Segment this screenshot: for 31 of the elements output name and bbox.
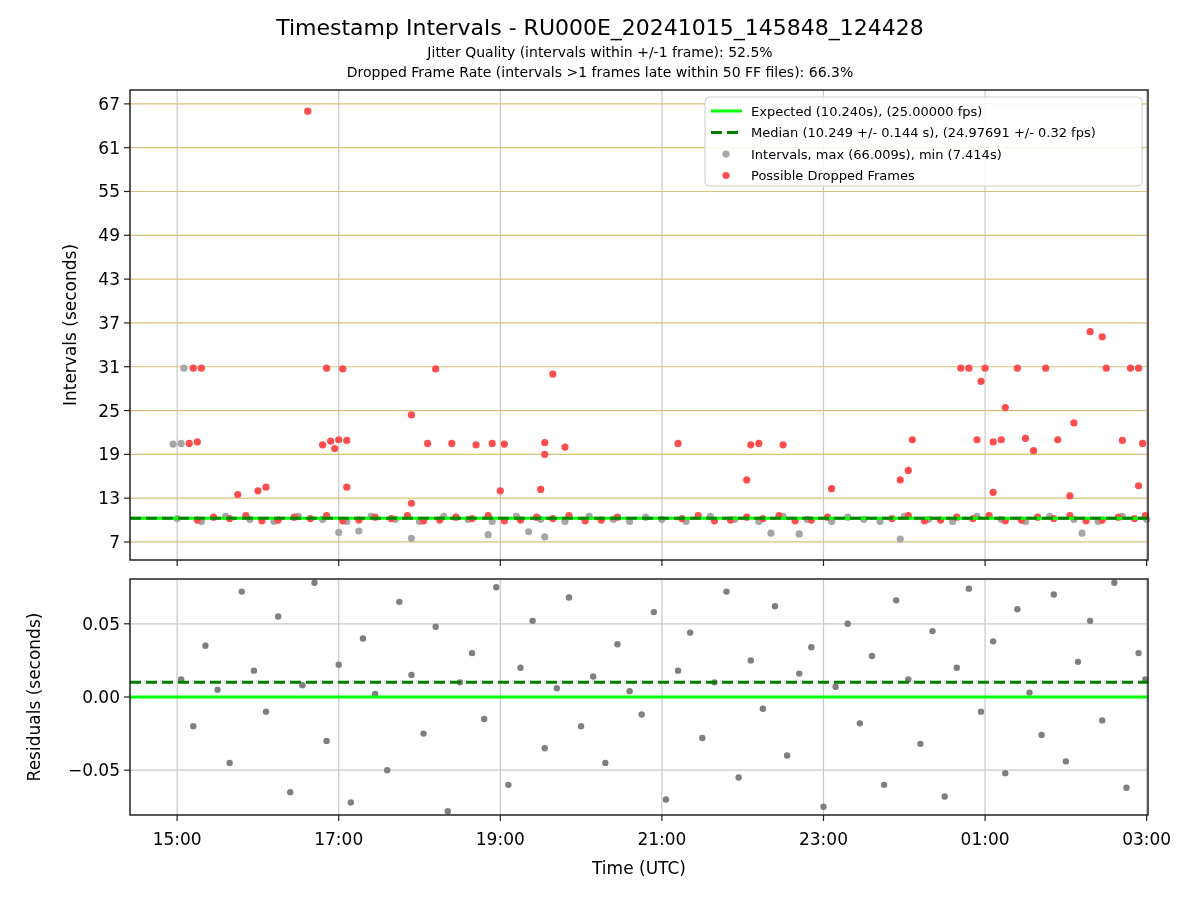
tick-label: 23:00 (799, 829, 848, 849)
tick-label: 21:00 (637, 829, 687, 849)
legend-label: Possible Dropped Frames (751, 168, 915, 183)
tick-label: 03:00 (1122, 829, 1172, 849)
tick-label: 19 (98, 444, 120, 465)
tick-label: 0.00 (82, 687, 120, 707)
tick-label: 43 (98, 269, 120, 290)
tick-label: 31 (98, 356, 120, 377)
chart-title: Timestamp Intervals - RU000E_20241015_145848_124428 (276, 14, 924, 42)
tick-label: 7 (109, 531, 120, 552)
tick-label: 13 (98, 488, 120, 509)
tick-label: 15:00 (152, 829, 202, 849)
tick-label: 25 (98, 400, 120, 421)
tick-label: −0.05 (67, 760, 120, 781)
tick-label: 01:00 (960, 829, 1010, 849)
chart-subtitle: Dropped Frame Rate (intervals >1 frames late within 50 FF files): 66.3% (346, 63, 854, 82)
tick-label: 55 (98, 181, 120, 202)
axis-title: Time (UTC) (592, 858, 686, 878)
legend-label: Intervals, max (66.009s), min (7.414s) (751, 146, 1002, 162)
tick-label: 61 (98, 137, 120, 158)
legend-label: Expected (10.240s), (25.00000 fps) (751, 103, 983, 119)
axis-title: Residuals (seconds) (24, 612, 44, 782)
tick-label: 37 (98, 312, 120, 333)
axis-title: Intervals (seconds) (60, 243, 80, 407)
tick-label: 67 (98, 93, 120, 114)
tick-label: 0.05 (82, 613, 120, 634)
tick-label: 17:00 (314, 829, 364, 849)
tick-label: 49 (98, 225, 120, 246)
chart-subtitle: Jitter Quality (intervals within +/-1 frame): 52.5% (427, 43, 773, 62)
legend-label: Median (10.249 +/- 0.144 s), (24.97691 +/- 0.32 fps) (751, 125, 1096, 140)
tick-label: 19:00 (475, 829, 525, 849)
